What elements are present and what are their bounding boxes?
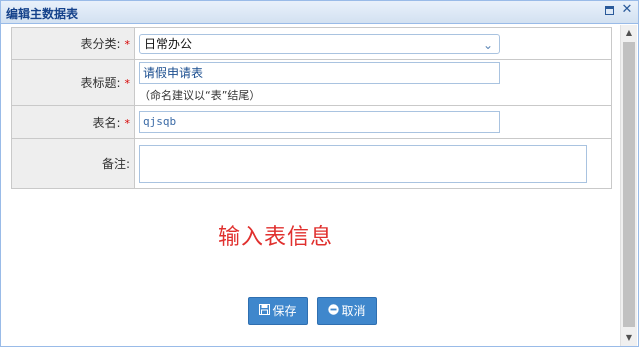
vertical-scrollbar[interactable]: ▲ ▼	[620, 25, 637, 346]
form-row-title: 表标题: * 请假申请表 （命名建议以“表”结尾）	[11, 59, 612, 106]
category-label: 表分类:	[80, 37, 121, 51]
dialog-titlebar: 编辑主数据表 ✕	[1, 1, 638, 24]
cancel-button-label: 取消	[341, 304, 366, 318]
annotation-text: 输入表信息	[218, 225, 334, 250]
cancel-button[interactable]: 取消	[317, 297, 377, 325]
category-selected-value: 日常办公	[144, 36, 193, 51]
required-mark: *	[124, 38, 131, 51]
scroll-up-icon[interactable]: ▲	[621, 25, 637, 41]
save-button-label: 保存	[272, 304, 297, 318]
form-row-remark: 备注:	[11, 138, 612, 189]
title-label-cell: 表标题: *	[11, 59, 135, 106]
minus-circle-icon	[328, 298, 340, 324]
name-input[interactable]: qjsqb	[139, 111, 500, 133]
dialog-title: 编辑主数据表	[6, 7, 79, 21]
master-table-form: 表分类: * 日常办公 ⌄ 表标题: * 请假申请表 （命名建议以“表”结尾） 表名…	[11, 27, 612, 189]
scroll-down-icon[interactable]: ▼	[621, 330, 637, 346]
title-input[interactable]: 请假申请表	[139, 62, 500, 84]
name-label-cell: 表名: *	[11, 105, 135, 139]
chevron-down-icon[interactable]: ⌄	[483, 36, 493, 54]
maximize-icon[interactable]	[605, 6, 614, 15]
title-label: 表标题:	[80, 76, 121, 90]
save-button[interactable]: 保存	[248, 297, 308, 325]
save-icon	[259, 298, 271, 324]
name-label: 表名:	[92, 115, 121, 130]
title-value-cell: 请假申请表 （命名建议以“表”结尾）	[134, 59, 612, 106]
title-hint: （命名建议以“表”结尾）	[139, 89, 261, 102]
close-icon[interactable]: ✕	[621, 3, 633, 17]
remark-value-cell	[134, 138, 612, 189]
form-row-name: 表名: * qjsqb	[11, 105, 612, 139]
scrollbar-thumb[interactable]	[623, 42, 635, 327]
required-mark: *	[124, 77, 131, 90]
category-select[interactable]: 日常办公 ⌄	[139, 33, 500, 54]
category-label-cell: 表分类: *	[11, 27, 135, 60]
remark-textarea[interactable]	[139, 144, 587, 183]
dialog-window: 编辑主数据表 ✕ 表分类: * 日常办公 ⌄ 表标题: * 请假申请表 （命名建议以…	[0, 0, 639, 347]
name-value-cell: qjsqb	[134, 105, 612, 139]
category-value-cell: 日常办公 ⌄	[134, 27, 612, 60]
required-mark: *	[124, 116, 131, 130]
form-row-category: 表分类: * 日常办公 ⌄	[11, 27, 612, 60]
remark-label: 备注:	[101, 157, 130, 171]
remark-label-cell: 备注:	[11, 138, 135, 189]
